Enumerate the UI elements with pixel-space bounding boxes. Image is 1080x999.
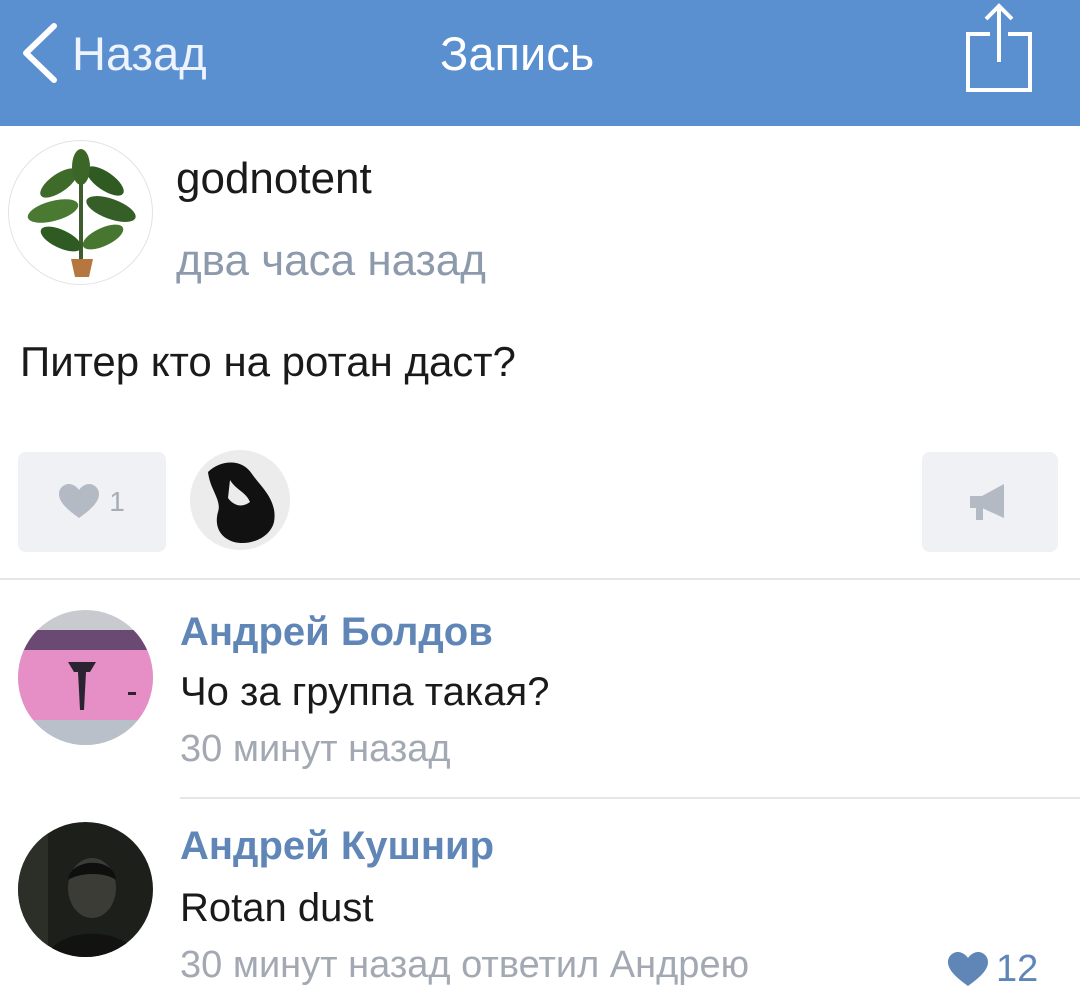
- author-name[interactable]: godnotent: [176, 154, 372, 204]
- post-actions: 1: [0, 450, 1080, 560]
- comment-author[interactable]: Андрей Болдов: [180, 610, 493, 655]
- divider: [180, 797, 1080, 799]
- heart-icon: [948, 951, 988, 986]
- back-button[interactable]: Назад: [18, 18, 207, 88]
- post-header: godnotent два часа назад: [8, 140, 1080, 290]
- share-button[interactable]: [954, 0, 1044, 100]
- comment-text: Rotan dust: [180, 886, 374, 930]
- comment-like-count: 12: [996, 948, 1039, 990]
- post-time: два часа назад: [176, 236, 486, 285]
- like-button[interactable]: 1: [18, 452, 166, 552]
- navigation-bar: Назад Запись: [0, 0, 1080, 126]
- comment-time: 30 минут назад: [180, 944, 451, 986]
- comment-like-button[interactable]: 12: [948, 948, 1038, 991]
- like-count: 1: [109, 486, 125, 517]
- commenter-avatar[interactable]: [18, 822, 153, 957]
- liker-avatar[interactable]: [190, 450, 290, 550]
- megaphone-icon: [970, 484, 1004, 520]
- comment-text: Чо за группа такая?: [180, 670, 550, 714]
- comment-meta: 30 минут назад ответил Андрею: [180, 944, 749, 987]
- comment: Андрей Болдов Чо за группа такая? 30 мин…: [0, 598, 1080, 788]
- comment-time: 30 минут назад: [180, 728, 451, 770]
- page-title: Запись: [440, 27, 595, 80]
- commenter-avatar[interactable]: [18, 610, 153, 745]
- share-icon: [966, 3, 1032, 92]
- plant-avatar-icon: [27, 149, 136, 277]
- divider: [0, 578, 1080, 580]
- back-label: Назад: [72, 26, 207, 80]
- reply-to-link[interactable]: ответил Андрею: [461, 944, 749, 986]
- commenter-avatar-image: [18, 822, 153, 957]
- repost-button[interactable]: [922, 452, 1058, 552]
- commenter-avatar-image: [18, 610, 153, 745]
- comment: Андрей Кушнир Rotan dust 30 минут назад …: [0, 812, 1080, 999]
- post-text: Питер кто на ротан даст?: [20, 338, 516, 385]
- comment-author[interactable]: Андрей Кушнир: [180, 824, 494, 869]
- author-avatar[interactable]: [8, 140, 153, 285]
- liker-avatar-image: [190, 450, 290, 550]
- heart-icon: [59, 484, 100, 518]
- chevron-left-icon: [23, 23, 57, 83]
